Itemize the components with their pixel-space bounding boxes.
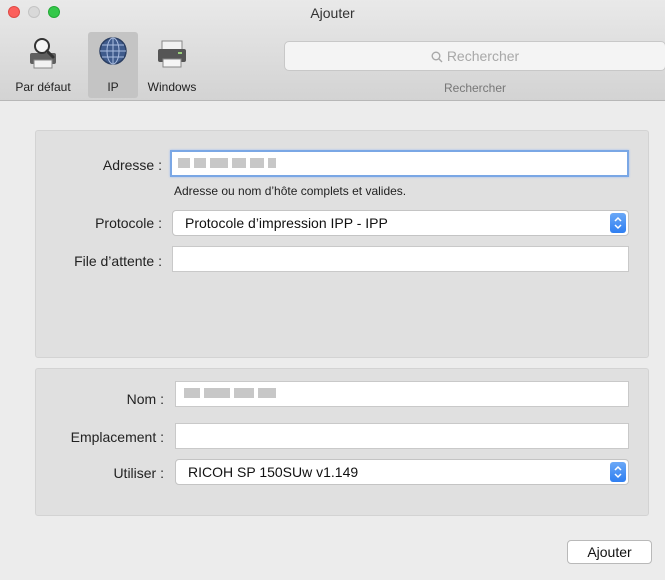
globe-icon	[93, 36, 133, 70]
search-icon	[431, 51, 443, 63]
address-field[interactable]	[170, 150, 629, 177]
window-title: Ajouter	[310, 5, 355, 21]
location-field[interactable]	[175, 423, 629, 449]
redacted-text	[268, 158, 276, 168]
redacted-text	[234, 388, 254, 398]
popup-stepper-icon	[610, 462, 626, 482]
driver-value: RICOH SP 150SUw v1.149	[188, 464, 359, 480]
use-label: Utiliser :	[113, 465, 164, 481]
redacted-text	[210, 158, 228, 168]
tab-default[interactable]: Par défaut	[0, 32, 86, 98]
redacted-text	[232, 158, 246, 168]
tab-ip-label: IP	[107, 80, 119, 94]
tab-ip[interactable]: IP	[88, 32, 138, 98]
location-label: Emplacement :	[70, 429, 164, 445]
redacted-text	[258, 388, 276, 398]
redacted-text	[194, 158, 206, 168]
search-label: Rechercher	[443, 81, 507, 95]
protocol-value: Protocole d’impression IPP - IPP	[185, 215, 388, 231]
redacted-text	[184, 388, 200, 398]
name-field[interactable]	[175, 381, 629, 407]
tab-windows-label: Windows	[147, 80, 197, 94]
toolbar: Ajouter Par défaut IP Windows Rechercher…	[0, 0, 665, 101]
tab-windows[interactable]: Windows	[138, 32, 206, 98]
name-label: Nom :	[126, 391, 164, 407]
queue-label: File d’attente :	[74, 253, 162, 269]
add-printer-window: Ajouter Par défaut IP Windows Rechercher…	[0, 0, 665, 580]
windows-printer-icon	[152, 36, 192, 70]
redacted-text	[250, 158, 264, 168]
queue-field[interactable]	[172, 246, 629, 272]
tab-default-label: Par défaut	[15, 80, 71, 94]
redacted-text	[178, 158, 190, 168]
add-button[interactable]: Ajouter	[567, 540, 652, 564]
redacted-text	[204, 388, 230, 398]
address-label: Adresse :	[102, 157, 162, 173]
driver-popup[interactable]: RICOH SP 150SUw v1.149	[175, 459, 629, 485]
protocol-label: Protocole :	[95, 215, 162, 231]
search-placeholder: Rechercher	[446, 48, 520, 64]
protocol-popup[interactable]: Protocole d’impression IPP - IPP	[172, 210, 629, 236]
popup-stepper-icon	[610, 213, 626, 233]
search-field[interactable]: Rechercher	[284, 41, 665, 71]
address-hint: Adresse ou nom d’hôte complets et valide…	[174, 184, 407, 198]
default-printer-icon	[23, 36, 63, 70]
